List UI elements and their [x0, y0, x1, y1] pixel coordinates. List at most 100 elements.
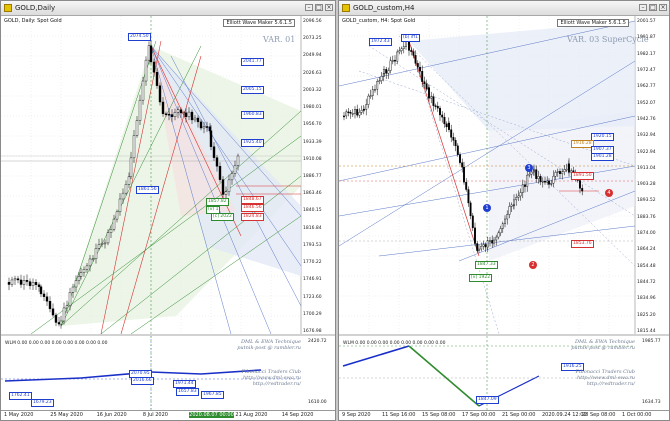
osc-price-box: 1762.41 — [9, 392, 32, 400]
candle-body — [391, 59, 394, 62]
candle-body — [471, 215, 474, 229]
window-titlebar[interactable]: GOLD,Daily – □ × — [1, 1, 335, 16]
candle-body — [356, 109, 359, 116]
candle-body — [42, 293, 46, 297]
minimize-button[interactable]: – — [305, 4, 313, 11]
wlm-readout: WLM 0.00 0.00 0.00 0.00 0.00 0.00 0.00 0… — [5, 341, 108, 346]
candle-body — [539, 176, 542, 182]
candle-body — [513, 199, 515, 206]
chart-window-gold-custom-h4[interactable]: GOLD_custom,H4 – □ × GOLD_custom, H4: Sp… — [338, 0, 670, 421]
price-axis-label: 1913.04 — [637, 165, 656, 171]
candle-body — [25, 280, 29, 282]
candle-body — [482, 244, 485, 247]
candle-body — [535, 169, 538, 179]
candle-body — [476, 243, 479, 251]
chart-window-icon — [4, 4, 12, 12]
chart-price-box: 2005.15 — [241, 86, 264, 94]
candle-body — [161, 101, 165, 114]
oscillator-line — [4, 377, 82, 382]
candle-body — [115, 211, 119, 220]
candle-body — [100, 243, 104, 245]
chart-window-gold-daily[interactable]: GOLD,Daily – □ × GOLD, Daily: Spot Gold … — [0, 0, 336, 421]
close-button[interactable]: × — [659, 4, 667, 11]
candle-body — [351, 113, 354, 115]
signature-line: http://redtrader.ru/ — [252, 381, 301, 387]
candle-body — [445, 123, 448, 128]
price-axis-label: 1793.53 — [303, 242, 322, 248]
candle-body — [465, 181, 468, 190]
candle-body — [376, 81, 379, 90]
candle-body — [454, 140, 457, 147]
candle-body — [39, 286, 43, 295]
candle-body — [74, 280, 78, 288]
candle-body — [230, 173, 234, 181]
maximize-button[interactable]: □ — [315, 4, 323, 11]
candle-body — [112, 218, 116, 230]
price-axis-label: 1770.22 — [303, 260, 322, 266]
candle-body — [428, 87, 430, 99]
candle-body — [450, 129, 453, 138]
window-titlebar[interactable]: GOLD_custom,H4 – □ × — [339, 1, 669, 16]
candle-body — [423, 81, 426, 85]
candle-body — [394, 59, 396, 62]
time-axis-label: 25 May 2020 — [50, 412, 83, 418]
price-axis-label: 1991.87 — [637, 35, 656, 41]
osc-price-box: 1967.85 — [201, 391, 224, 399]
candle-body — [85, 265, 89, 270]
time-axis-label: 11 Sep 16:00 — [382, 412, 416, 418]
price-chart-area[interactable]: GOLD, Daily: Spot Gold Elliott Wave Make… — [1, 16, 335, 411]
candle-body — [62, 307, 66, 322]
chart-price-box: (v) 1 — [206, 206, 221, 214]
candle-body — [480, 245, 483, 250]
price-chart-area[interactable]: GOLD_custom, H4: Spot Gold Elliott Wave … — [339, 16, 669, 411]
candle-body — [491, 240, 494, 244]
time-axis-label: 1 Oct 00:00 — [622, 412, 652, 418]
candle-body — [176, 109, 180, 113]
close-button[interactable]: × — [325, 4, 333, 11]
candle-body — [559, 171, 561, 174]
price-axis-label: 1825.20 — [637, 312, 656, 318]
osc-price-box: 1971.44 — [173, 380, 196, 388]
chart-price-box: 1848.67 — [241, 196, 264, 204]
candle-body — [144, 59, 148, 82]
signature-line: putnik-post @ rambler.ru — [237, 345, 301, 351]
chart-price-box: 1925.40 — [241, 139, 264, 147]
oscillator-line — [342, 345, 410, 367]
time-axis-label: 21 Aug 2020 — [235, 412, 268, 418]
candle-body — [563, 169, 566, 172]
candle-body — [94, 248, 98, 259]
candle-body — [398, 50, 401, 53]
candle-body — [530, 171, 533, 175]
candle-body — [22, 280, 26, 285]
time-axis-label: 14 Sep 2020 — [281, 412, 314, 418]
candle-body — [489, 240, 491, 242]
time-axis: 1 May 2020 25 May 2020 16 Jun 2020 8 Jul 20… — [1, 410, 335, 420]
minimize-button[interactable]: – — [639, 4, 647, 11]
price-axis-label: 1886.77 — [303, 174, 322, 179]
osc-high-label: 2420.72 — [308, 339, 327, 344]
price-axis-label: 1834.96 — [637, 296, 656, 302]
window-title: GOLD_custom,H4 — [353, 4, 415, 12]
price-axis-label: 1840.15 — [303, 208, 322, 214]
candle-body — [410, 50, 413, 52]
candle-body — [461, 162, 464, 168]
indicator-badge: Elliott Wave Maker 5.6.1.5 — [557, 19, 629, 27]
candle-body — [416, 63, 419, 68]
price-axis-label: 1962.77 — [637, 84, 656, 90]
price-axis-label: 2073.25 — [303, 36, 322, 42]
maximize-button[interactable]: □ — [649, 4, 657, 11]
candle-body — [45, 296, 49, 302]
price-axis-label: 1972.47 — [637, 67, 656, 73]
candle-body — [528, 173, 531, 176]
candle-body — [97, 244, 101, 249]
candle-body — [561, 171, 564, 174]
price-axis-label: 1723.60 — [303, 294, 322, 300]
candle-body — [65, 305, 69, 309]
candle-body — [367, 95, 370, 105]
candle-body — [495, 236, 498, 241]
candle-body — [526, 174, 529, 187]
candle-body — [57, 322, 61, 325]
candle-body — [448, 122, 450, 130]
candle-body — [138, 99, 142, 121]
candle-body — [385, 69, 388, 74]
